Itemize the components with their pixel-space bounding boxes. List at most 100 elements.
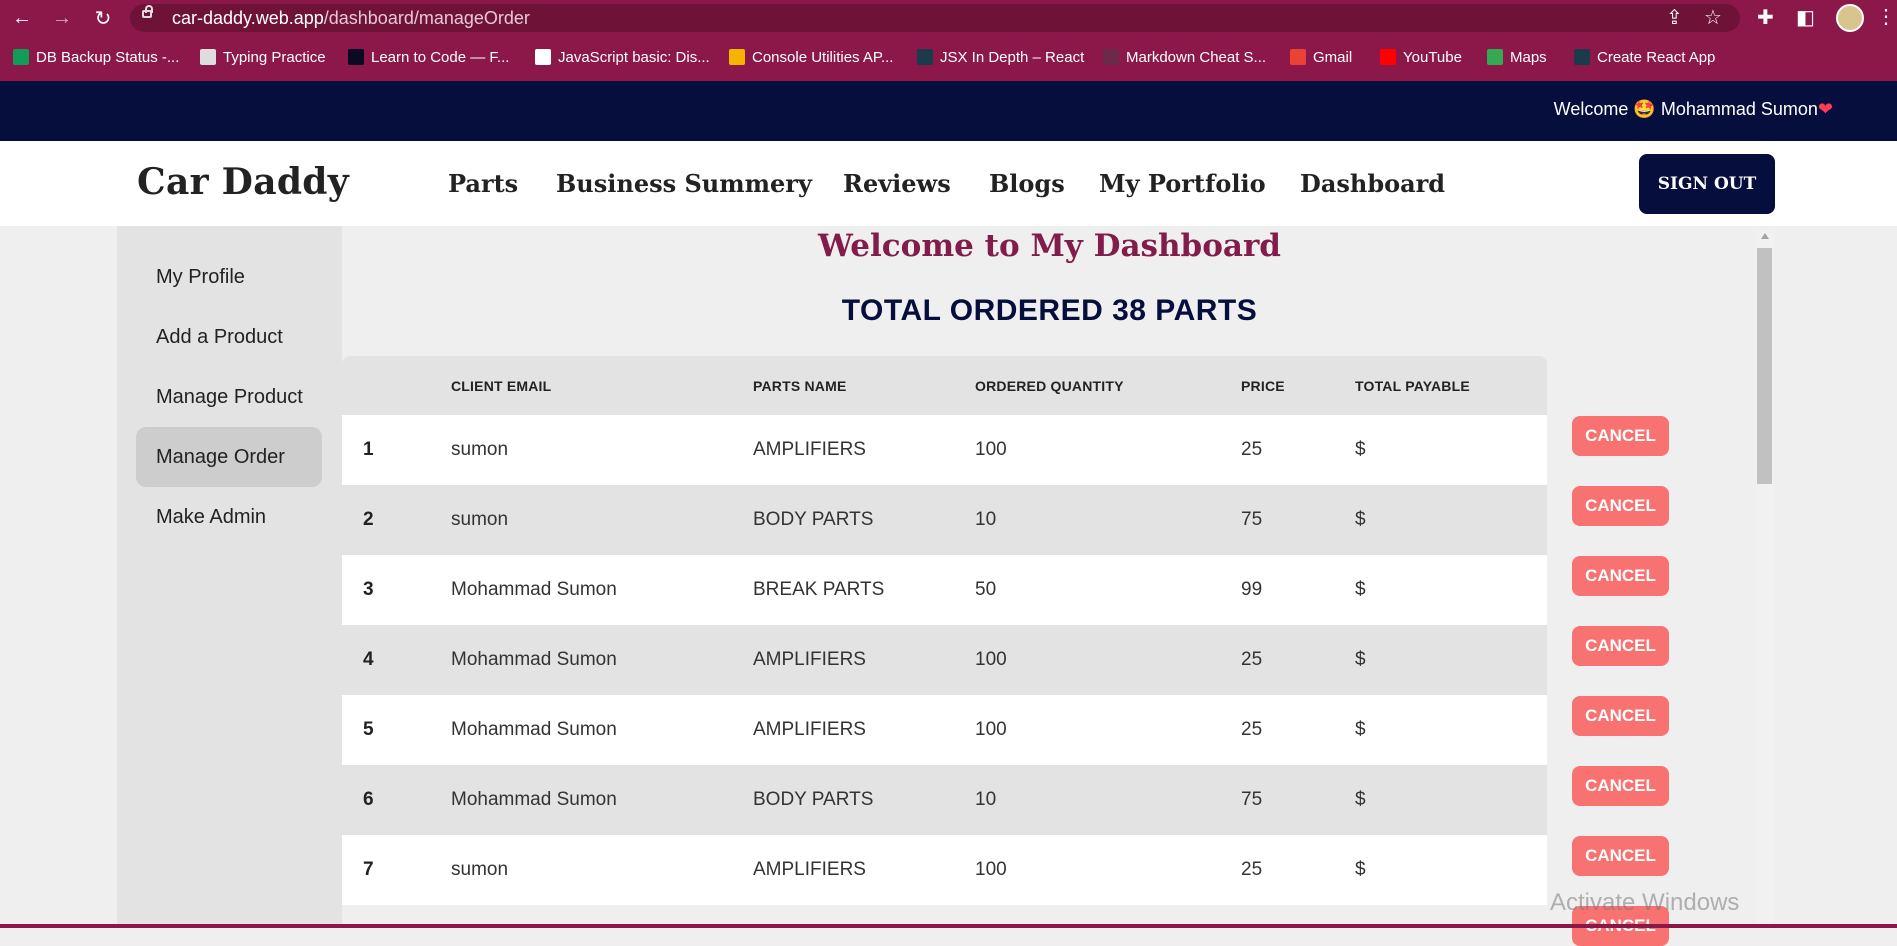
- bookmark-label: Markdown Cheat S...: [1126, 48, 1267, 66]
- total-payable-cell: $: [1355, 859, 1366, 880]
- table-row: 6 Mohammad Sumon BODY PARTS 10 75 $: [342, 765, 1547, 835]
- forward-icon[interactable]: →: [50, 6, 74, 30]
- ordered-quantity-cell: 100: [975, 859, 1007, 880]
- nav-link-reviews[interactable]: Reviews: [843, 169, 951, 198]
- ordered-quantity-cell: 100: [975, 439, 1007, 460]
- menu-icon[interactable]: ⋮: [1876, 6, 1896, 28]
- share-icon[interactable]: ⇪: [1666, 7, 1683, 29]
- sign-out-button[interactable]: SIGN OUT: [1639, 154, 1775, 214]
- keyboard-icon: [200, 49, 216, 65]
- row-number: 4: [363, 649, 374, 670]
- sidebar-item-manage-product[interactable]: Manage Product: [136, 367, 322, 427]
- table-header: CLIENT EMAIL PARTS NAME ORDERED QUANTITY…: [342, 356, 1547, 415]
- cancel-button[interactable]: CANCEL: [1572, 626, 1669, 666]
- ordered-quantity-cell: 100: [975, 649, 1007, 670]
- parts-name-cell: AMPLIFIERS: [753, 859, 866, 880]
- sidebar-item-my-profile[interactable]: My Profile: [136, 247, 322, 307]
- back-icon[interactable]: ←: [10, 6, 34, 30]
- sheets-icon: [13, 49, 29, 65]
- bookmark-label: YouTube: [1403, 48, 1462, 66]
- cancel-button[interactable]: CANCEL: [1572, 416, 1669, 456]
- bookmark-item[interactable]: Console Utilities AP...: [729, 44, 893, 70]
- gmail-icon: [1290, 49, 1306, 65]
- row-number: 2: [363, 509, 374, 530]
- cancel-button[interactable]: CANCEL: [1572, 696, 1669, 736]
- bookmark-item[interactable]: Learn to Code — F...: [348, 44, 509, 70]
- cancel-button[interactable]: CANCEL: [1572, 836, 1669, 876]
- bookmark-item[interactable]: Gmail: [1290, 44, 1352, 70]
- scrollbar-thumb[interactable]: [1757, 248, 1772, 484]
- welcome-bar: Welcome 🤩 Mohammad Sumon❤: [0, 81, 1897, 141]
- price-cell: 75: [1241, 509, 1263, 530]
- ordered-quantity-cell: 10: [975, 789, 997, 810]
- bookmark-item[interactable]: Maps: [1487, 44, 1547, 70]
- cancel-button[interactable]: CANCEL: [1572, 486, 1669, 526]
- orders-table: CLIENT EMAIL PARTS NAME ORDERED QUANTITY…: [342, 356, 1547, 905]
- bookmark-label: Console Utilities AP...: [752, 48, 894, 66]
- price-cell: 99: [1241, 579, 1263, 600]
- profile-avatar[interactable]: [1836, 4, 1864, 32]
- client-email-cell: Mohammad Sumon: [451, 719, 617, 740]
- ordered-quantity-cell: 10: [975, 509, 997, 530]
- bookmark-item[interactable]: Markdown Cheat S...: [1103, 44, 1266, 70]
- parts-name-cell: BODY PARTS: [753, 509, 874, 530]
- total-payable-cell: $: [1355, 649, 1366, 670]
- parts-name-cell: BODY PARTS: [753, 789, 874, 810]
- freecodecamp-icon: [348, 49, 364, 65]
- bookmark-label: Typing Practice: [223, 48, 326, 66]
- cancel-button[interactable]: CANCEL: [1572, 556, 1669, 596]
- bookmark-item[interactable]: Create React App: [1574, 44, 1715, 70]
- address-bar[interactable]: car-daddy.web.app/dashboard/manageOrder …: [130, 4, 1740, 32]
- reload-icon[interactable]: ↻: [91, 6, 115, 30]
- welcome-emoji: 🤩: [1633, 99, 1656, 119]
- url-host: car-daddy.web.app: [172, 8, 324, 28]
- url-text[interactable]: car-daddy.web.app/dashboard/manageOrder: [172, 8, 530, 28]
- column-header-total-payable: TOTAL PAYABLE: [1355, 378, 1470, 394]
- extensions-icon[interactable]: ✚: [1757, 7, 1774, 29]
- row-number: 7: [363, 859, 374, 880]
- parts-name-cell: AMPLIFIERS: [753, 719, 866, 740]
- price-cell: 25: [1241, 859, 1263, 880]
- sidebar-item-manage-order[interactable]: Manage Order: [136, 427, 322, 487]
- nav-link-blogs[interactable]: Blogs: [989, 169, 1065, 198]
- bookmark-item[interactable]: JavaScript basic: Dis...: [535, 44, 710, 70]
- dashboard-sidebar: My Profile Add a Product Manage Product …: [117, 226, 342, 928]
- sidebar-item-make-admin[interactable]: Make Admin: [136, 487, 322, 547]
- cancel-button[interactable]: CANCEL: [1572, 766, 1669, 806]
- table-body: 1 sumon AMPLIFIERS 100 25 $2 sumon BODY PARTS 10…: [342, 415, 1547, 905]
- row-number: 3: [363, 579, 374, 600]
- side-panel-icon[interactable]: ◧: [1796, 7, 1815, 29]
- nav-link-my-portfolio[interactable]: My Portfolio: [1099, 169, 1266, 198]
- bookmark-item[interactable]: DB Backup Status -...: [13, 44, 179, 70]
- nav-link-dashboard[interactable]: Dashboard: [1300, 169, 1445, 198]
- window-bottom-edge: [0, 924, 1897, 928]
- markdown-icon: [1103, 49, 1119, 65]
- bookmarks-bar: DB Backup Status -... Typing Practice Lear…: [0, 44, 1897, 72]
- client-email-cell: Mohammad Sumon: [451, 649, 617, 670]
- table-row: 1 sumon AMPLIFIERS 100 25 $: [342, 415, 1547, 485]
- price-cell: 25: [1241, 649, 1263, 670]
- bookmark-label: JSX In Depth – React: [940, 48, 1085, 66]
- price-cell: 25: [1241, 439, 1263, 460]
- client-email-cell: sumon: [451, 859, 509, 880]
- browser-chrome: ← → ↻ car-daddy.web.app/dashboard/manage…: [0, 0, 1897, 81]
- nav-link-business-summery[interactable]: Business Summery: [556, 169, 812, 198]
- bookmark-item[interactable]: YouTube: [1380, 44, 1462, 70]
- column-header-parts-name: PARTS NAME: [753, 378, 847, 394]
- table-row: 2 sumon BODY PARTS 10 75 $: [342, 485, 1547, 555]
- row-number: 5: [363, 719, 374, 740]
- sidebar-item-add-product[interactable]: Add a Product: [136, 307, 322, 367]
- heart-icon: ❤: [1817, 99, 1833, 119]
- price-cell: 75: [1241, 789, 1263, 810]
- bookmark-item[interactable]: Typing Practice: [200, 44, 326, 70]
- nav-link-parts[interactable]: Parts: [448, 169, 518, 198]
- bookmark-item[interactable]: JSX In Depth – React: [917, 44, 1084, 70]
- client-email-cell: Mohammad Sumon: [451, 789, 617, 810]
- user-name: Mohammad Sumon: [1660, 99, 1818, 119]
- table-row: 5 Mohammad Sumon AMPLIFIERS 100 25 $: [342, 695, 1547, 765]
- star-icon[interactable]: ☆: [1704, 7, 1722, 29]
- scroll-up-arrow-icon[interactable]: [1761, 233, 1769, 239]
- site-logo[interactable]: Car Daddy: [137, 161, 349, 203]
- react-icon: [917, 49, 933, 65]
- welcome-text: Welcome 🤩 Mohammad Sumon❤: [1554, 99, 1833, 120]
